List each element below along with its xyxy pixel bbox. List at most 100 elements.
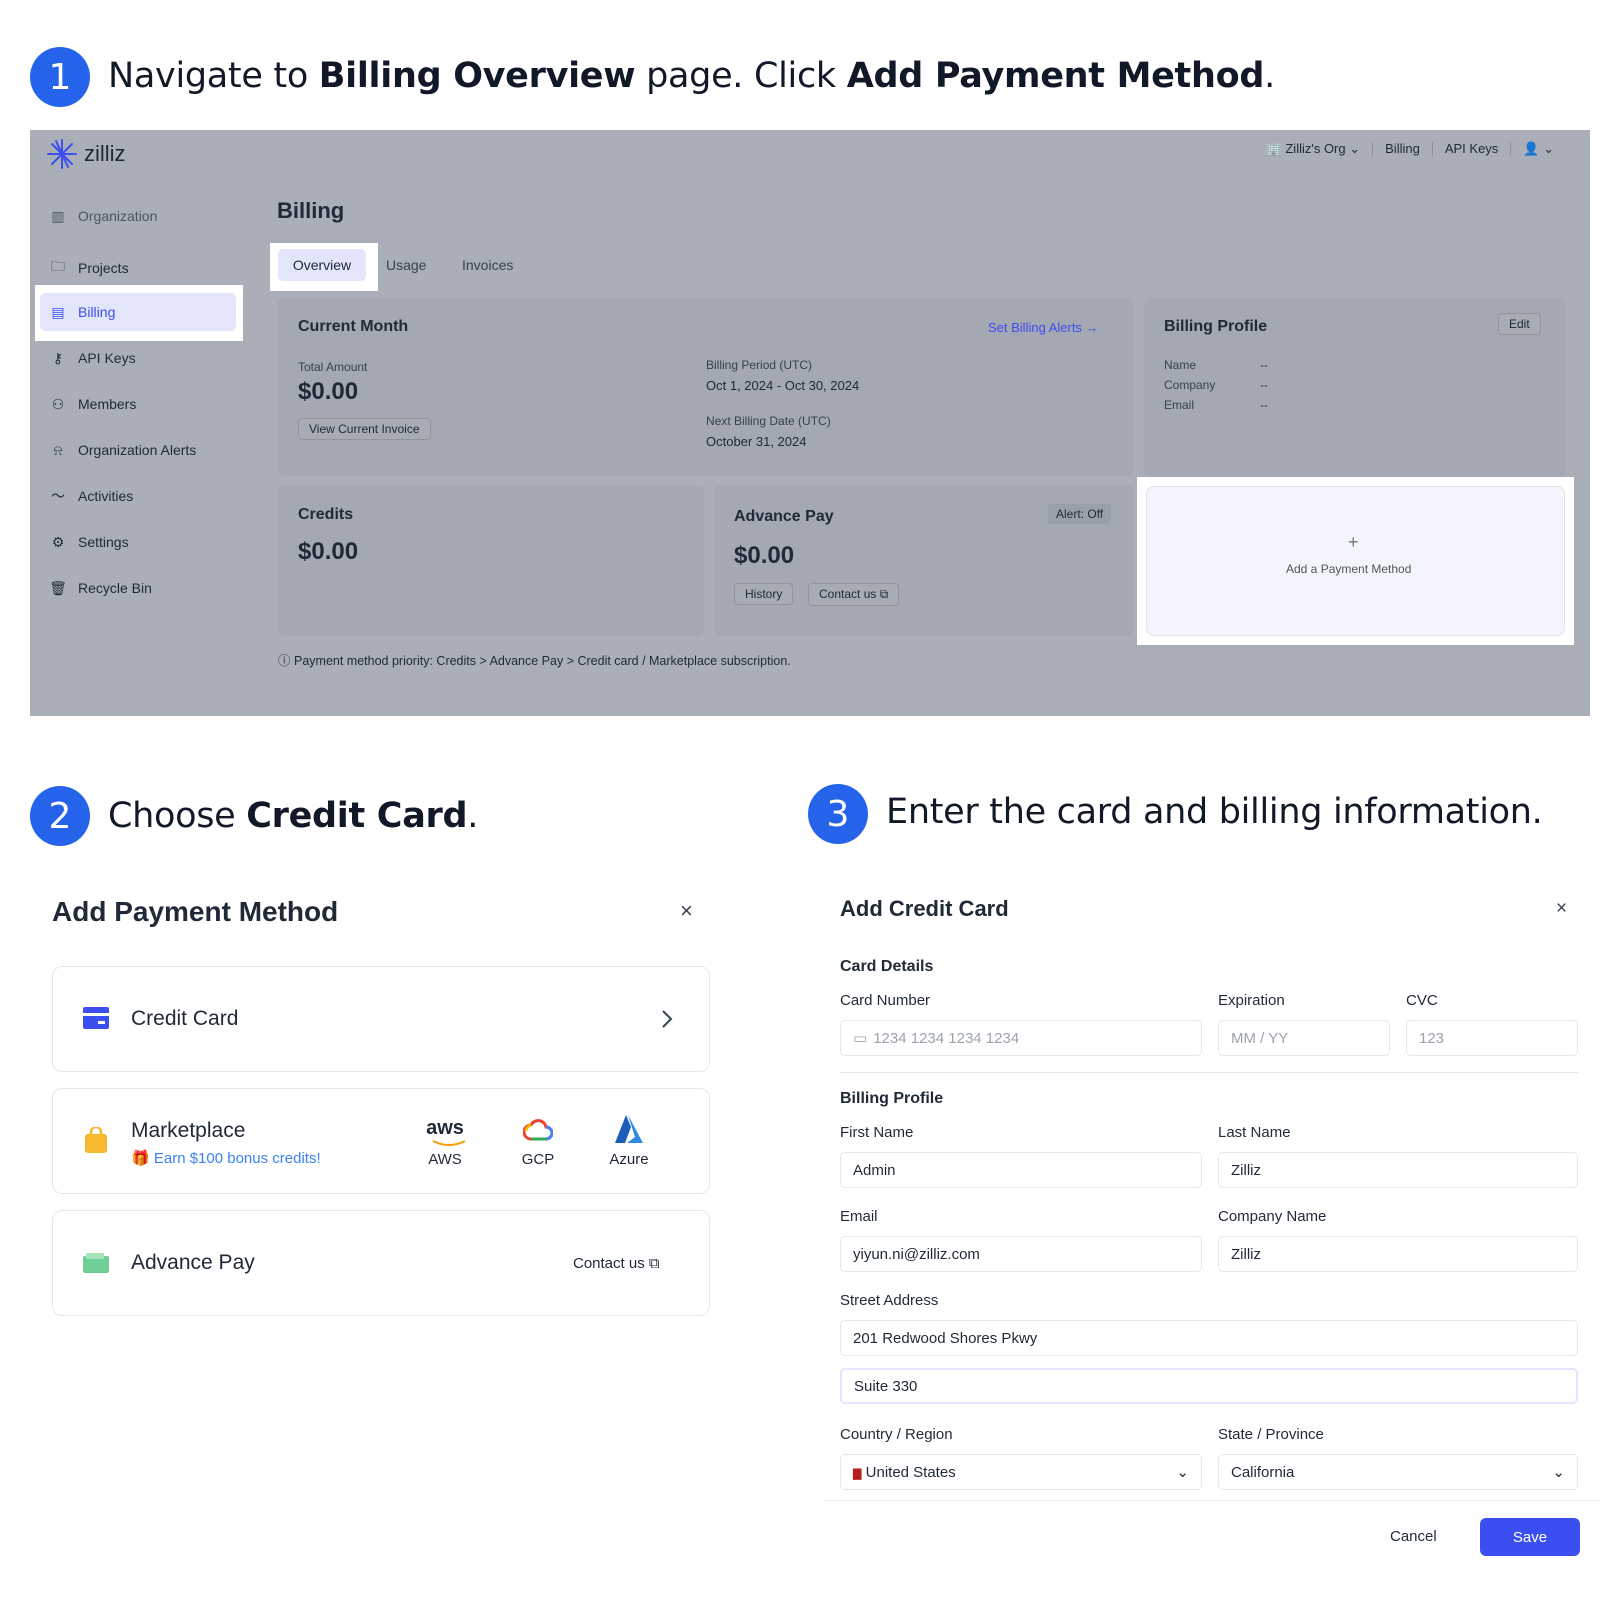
marketplace-option[interactable]: Marketplace 🎁 Earn $100 bonus credits! a… [52, 1088, 710, 1194]
advance-pay-value: $0.00 [734, 542, 795, 569]
zilliz-star-icon [47, 139, 77, 169]
aws-label: AWS [428, 1151, 462, 1168]
credit-card-option[interactable]: Credit Card [52, 966, 710, 1072]
save-button[interactable]: Save [1480, 1518, 1580, 1556]
card-icon: ▭ [853, 1030, 868, 1047]
expiration-label: Expiration [1218, 992, 1285, 1009]
plus-icon: + [1348, 532, 1359, 552]
tab-invoices[interactable]: Invoices [462, 257, 513, 273]
street-address-line1-input[interactable]: 201 Redwood Shores Pkwy [840, 1320, 1578, 1356]
billing-profile-title: Billing Profile [1164, 318, 1268, 335]
last-name-input[interactable]: Zilliz [1218, 1152, 1578, 1188]
add-payment-method-card[interactable] [1146, 486, 1565, 636]
country-select[interactable]: ▇ United States ⌄ [840, 1454, 1202, 1490]
section-divider [840, 1072, 1578, 1073]
first-name-input[interactable]: Admin [840, 1152, 1202, 1188]
step-3-instruction: Enter the card and billing information. [886, 792, 1543, 832]
shopping-bag-icon [85, 1127, 107, 1153]
page-title: Billing [277, 198, 345, 223]
topnav-billing-link[interactable]: Billing [1373, 142, 1433, 156]
cancel-button[interactable]: Cancel [1390, 1528, 1437, 1545]
billing-period-label: Billing Period (UTC) [706, 358, 813, 372]
alert-status-badge: Alert: Off [1048, 504, 1112, 524]
step-3-badge: 3 [808, 784, 868, 844]
first-name-label: First Name [840, 1124, 914, 1141]
next-billing-date-label: Next Billing Date (UTC) [706, 414, 831, 428]
sidebar-item-settings[interactable]: ⚙ Settings [50, 533, 129, 551]
org-switcher[interactable]: 🏢 Zilliz's Org ⌄ [1254, 142, 1374, 156]
set-billing-alerts-link[interactable]: Set Billing Alerts → [988, 320, 1099, 335]
next-billing-date-value: October 31, 2024 [706, 434, 807, 449]
add-payment-method-label: Add a Payment Method [1286, 562, 1412, 576]
zilliz-logo[interactable]: zilliz [46, 138, 126, 170]
profile-email-label: Email [1164, 398, 1195, 412]
gcp-cloud-icon [523, 1119, 553, 1141]
us-flag-icon: ▇ [853, 1467, 862, 1480]
state-province-label: State / Province [1218, 1426, 1324, 1443]
activity-icon: 〜 [51, 488, 65, 504]
step-1-badge: 1 [30, 47, 90, 107]
marketplace-label: Marketplace [131, 1119, 246, 1142]
street-address-label: Street Address [840, 1292, 939, 1309]
card-number-input[interactable]: ▭ 1234 1234 1234 1234 [840, 1020, 1202, 1056]
close-icon[interactable]: × [680, 898, 693, 924]
key-icon: ⚷ [52, 349, 64, 366]
sidebar-item-organization[interactable]: ▥ Organization [50, 207, 157, 225]
chevron-down-icon: ⌄ [1176, 1464, 1189, 1481]
sidebar-item-recycle-bin[interactable]: 🗑 Recycle Bin [49, 579, 152, 597]
sidebar-item-projects[interactable]: 🗀 Projects [50, 258, 129, 276]
building-icon: ▥ [51, 207, 65, 224]
tutorial-page: 1 Navigate to Billing Overview page. Cli… [0, 0, 1620, 1602]
credits-title: Credits [298, 506, 354, 523]
user-menu[interactable]: 👤 ⌄ [1511, 142, 1566, 156]
tab-usage[interactable]: Usage [386, 257, 426, 273]
contact-us-link[interactable]: Contact us ⧉ [573, 1255, 660, 1272]
cvc-input[interactable]: 123 [1406, 1020, 1578, 1056]
advance-pay-option[interactable]: Advance Pay Contact us ⧉ [52, 1210, 710, 1316]
company-name-label: Company Name [1218, 1208, 1327, 1225]
company-name-input[interactable]: Zilliz [1218, 1236, 1578, 1272]
email-input[interactable]: yiyun.ni@zilliz.com [840, 1236, 1202, 1272]
tab-overview[interactable]: Overview [278, 249, 366, 281]
users-icon: ⚇ [51, 395, 65, 412]
profile-name-label: Name [1164, 358, 1197, 372]
total-amount-value: $0.00 [298, 378, 359, 405]
credit-card-dialog-title: Add Credit Card [840, 896, 1009, 921]
billing-profile-heading: Billing Profile [840, 1090, 944, 1107]
user-icon: 👤 [1523, 141, 1540, 156]
sidebar-item-activities[interactable]: 〜 Activities [50, 488, 133, 504]
edit-profile-button[interactable]: Edit [1498, 313, 1541, 335]
street-address-line2-input[interactable]: Suite 330 [840, 1368, 1578, 1404]
gift-icon: 🎁 [131, 1150, 150, 1167]
total-amount-label: Total Amount [298, 360, 368, 374]
step-2-badge: 2 [30, 786, 90, 846]
email-label: Email [840, 1208, 878, 1225]
external-link-icon: ⧉ [879, 587, 889, 601]
step-1-instruction: Navigate to Billing Overview page. Click… [108, 56, 1275, 96]
history-button[interactable]: History [734, 583, 794, 605]
chevron-down-icon: ⌄ [1552, 1464, 1565, 1481]
contact-us-button[interactable]: Contact us ⧉ [808, 583, 900, 606]
priority-note: ⓘ Payment method priority: Credits > Adv… [278, 654, 791, 668]
trash-icon: 🗑 [49, 579, 67, 596]
advance-pay-title: Advance Pay [734, 508, 834, 525]
profile-name-value: -- [1260, 358, 1268, 372]
state-select[interactable]: California ⌄ [1218, 1454, 1578, 1490]
view-current-invoice-button[interactable]: View Current Invoice [298, 418, 431, 440]
sidebar-item-api-keys[interactable]: ⚷ API Keys [50, 349, 136, 367]
alarm-icon: ⍾ [53, 441, 63, 458]
receipt-icon: ▤ [51, 303, 65, 320]
bonus-credits-text: 🎁 Earn $100 bonus credits! [131, 1150, 321, 1167]
billing-overview-screenshot: zilliz 🏢 Zilliz's Org ⌄ Billing API Keys… [30, 130, 1590, 716]
sidebar-item-organization-alerts[interactable]: ⍾ Organization Alerts [50, 441, 196, 459]
sidebar-item-billing[interactable]: ▤ Billing [50, 303, 115, 321]
expiration-input[interactable]: MM / YY [1218, 1020, 1390, 1056]
logo-text: zilliz [84, 141, 126, 166]
aws-smile-icon [432, 1140, 466, 1146]
gear-icon: ⚙ [51, 533, 65, 550]
profile-company-label: Company [1164, 378, 1216, 392]
external-link-icon: ⧉ [648, 1255, 660, 1272]
sidebar-item-members[interactable]: ⚇ Members [50, 395, 137, 413]
topnav-api-keys-link[interactable]: API Keys [1433, 142, 1512, 156]
close-icon[interactable]: × [1556, 898, 1567, 920]
